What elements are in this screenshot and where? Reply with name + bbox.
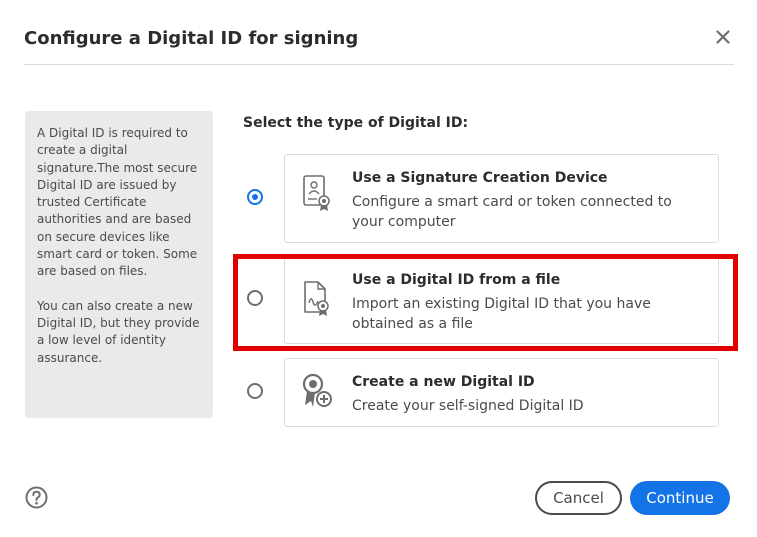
dialog-title: Configure a Digital ID for signing xyxy=(24,28,359,49)
continue-button[interactable]: Continue xyxy=(630,481,730,515)
cancel-button[interactable]: Cancel xyxy=(535,481,622,515)
option-description: Create your self-signed Digital ID xyxy=(352,398,584,414)
help-icon[interactable] xyxy=(25,486,48,509)
new-id-badge-icon xyxy=(302,373,332,407)
info-panel: A Digital ID is required to create a dig… xyxy=(25,111,213,418)
smart-card-icon xyxy=(303,175,330,211)
radio-digital-id-file[interactable] xyxy=(247,290,263,306)
close-icon xyxy=(716,30,730,44)
option-title: Use a Signature Creation Device xyxy=(352,170,608,186)
configure-digital-id-dialog: Configure a Digital ID for signing A Dig… xyxy=(0,0,757,537)
option-new-digital-id[interactable]: Create a new Digital ID Create your self… xyxy=(284,358,719,427)
option-title: Use a Digital ID from a file xyxy=(352,272,561,288)
radio-signature-device[interactable] xyxy=(247,189,263,205)
certificate-file-icon xyxy=(304,281,329,316)
option-description: Import an existing Digital ID that you h… xyxy=(352,296,651,332)
section-label: Select the type of Digital ID: xyxy=(243,115,469,131)
option-signature-device[interactable]: Use a Signature Creation Device Configur… xyxy=(284,154,719,243)
info-paragraph: A Digital ID is required to create a dig… xyxy=(37,126,198,279)
info-paragraph: You can also create a new Digital ID, bu… xyxy=(37,298,200,365)
radio-new-digital-id[interactable] xyxy=(247,383,263,399)
header-divider xyxy=(24,64,734,65)
option-title: Create a new Digital ID xyxy=(352,374,535,390)
option-digital-id-file[interactable]: Use a Digital ID from a file Import an e… xyxy=(284,256,719,344)
option-description: Configure a smart card or token connecte… xyxy=(352,194,672,230)
close-button[interactable] xyxy=(712,26,734,48)
